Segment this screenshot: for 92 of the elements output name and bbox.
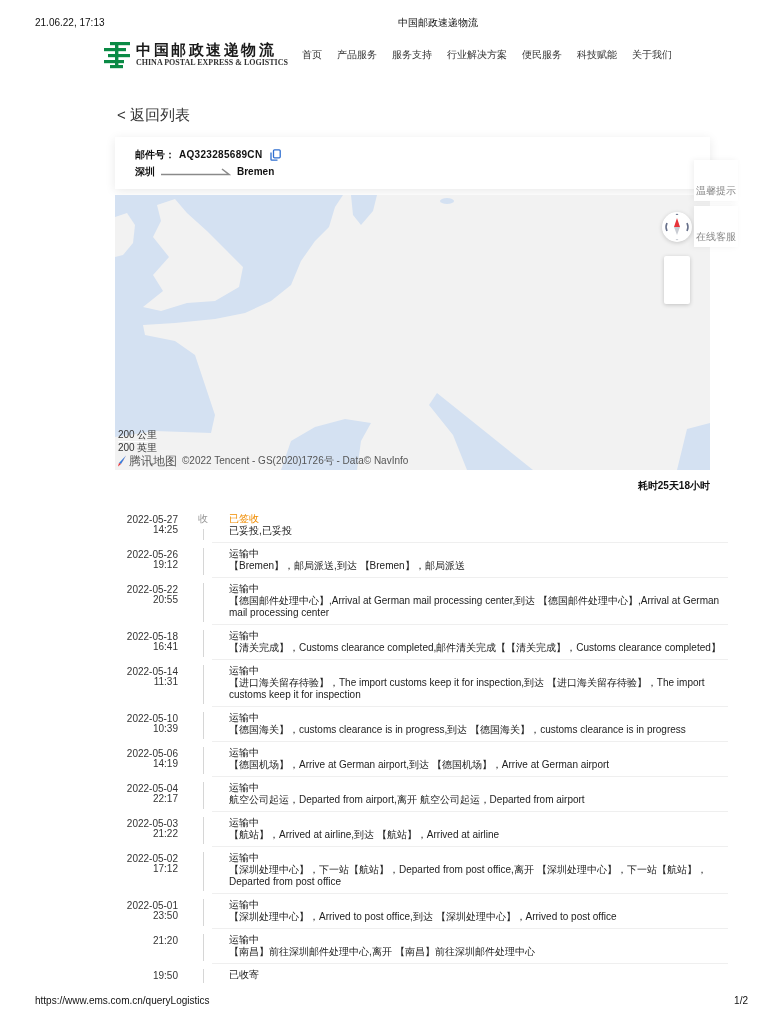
- event-date: 2022-05-26: [126, 550, 178, 560]
- timeline-line: [202, 630, 204, 657]
- nav-link[interactable]: 便民服务: [521, 49, 562, 61]
- timeline-line: [202, 583, 204, 622]
- event-detail: 【进口海关留存待验】，The import customs keep it for inspection,到达 【进口海关留存待验】，The import customs keep it for inspection: [229, 677, 706, 701]
- event-detail: 航空公司起运，Departed from airport,离开 航空公司起运，Departed from airport: [229, 794, 586, 806]
- event-time: 11:31: [153, 677, 178, 687]
- event-status: 运输中: [229, 583, 259, 594]
- map-brand: 腾讯地图: [129, 454, 177, 468]
- event-date: 2022-05-06: [126, 749, 178, 759]
- event-status: 运输中: [229, 630, 259, 641]
- side-tab[interactable]: 在线客服: [694, 206, 738, 247]
- event-detail: 【清关完成】，Customs clearance completed,邮件清关完成【【清关完成】，Customs clearance completed】: [229, 642, 722, 654]
- nav-link[interactable]: 产品服务: [336, 49, 377, 61]
- nav-link[interactable]: 服务支持: [391, 49, 432, 61]
- event-detail: 【深圳处理中心】，Arrived to post office,到达 【深圳处理中心】，Arrived to post office: [229, 911, 618, 923]
- event-date: 2022-05-10: [126, 714, 178, 724]
- page-number: 1/2: [734, 995, 748, 1007]
- logo-tagline: CHINA POSTAL EXPRESS & LOGISTICS: [136, 58, 288, 68]
- event-status: 运输中: [229, 852, 259, 863]
- event-status: 运输中: [229, 548, 259, 559]
- event-date: 2022-05-18: [126, 632, 178, 642]
- scale-label: 200 公里: [118, 430, 158, 440]
- event-status: 运输中: [229, 665, 259, 676]
- event-date: 2022-05-02: [126, 854, 178, 864]
- event-date: 2022-05-14: [126, 667, 178, 677]
- print-date: 21.06.22, 17:13: [35, 17, 105, 29]
- event-status: 已签收: [229, 513, 259, 524]
- timeline-line: [202, 782, 204, 809]
- tracking-label: 邮件号：: [135, 148, 175, 162]
- side-tab[interactable]: 温馨提示: [694, 160, 738, 201]
- event-time: 16:41: [152, 642, 178, 652]
- timeline-line: [202, 969, 204, 983]
- event-status: 运输中: [229, 817, 259, 828]
- scale-label: 200 英里: [118, 443, 158, 453]
- event-detail: 【德国邮件处理中心】,Arrival at German mail processing center,到达 【德国邮件处理中心】,Arrival at German mail processing center: [229, 595, 721, 619]
- event-time: 23:50: [152, 911, 178, 921]
- nav-link[interactable]: 科技赋能: [576, 49, 617, 61]
- event-status: 运输中: [229, 899, 259, 910]
- event-date: 2022-05-01: [126, 901, 178, 911]
- nav-link[interactable]: 关于我们: [631, 49, 672, 61]
- event-detail: 已妥投,已妥投: [229, 525, 293, 537]
- map-attribution: ©2022 Tencent - GS(2020)1726号 - Data© NavInfo: [182, 455, 409, 467]
- nav-link[interactable]: 首页: [301, 49, 322, 61]
- event-time: 21:20: [152, 936, 178, 946]
- timeline-line: [202, 548, 204, 575]
- event-status: 运输中: [229, 747, 259, 758]
- timeline-marker: 收: [198, 513, 208, 525]
- event-date: 2022-05-27: [126, 515, 178, 525]
- copy-icon[interactable]: [270, 149, 282, 161]
- timeline-line: [202, 852, 204, 891]
- logo-icon: [103, 40, 131, 70]
- timeline-line: [202, 934, 204, 961]
- event-date: 2022-05-22: [126, 585, 178, 595]
- event-status: 已收寄: [229, 969, 259, 980]
- event-detail: 【德国海关】，customs clearance is in progress,到达 【德国海关】，customs clearance is in progress: [229, 724, 687, 736]
- timeline-line: [202, 665, 204, 704]
- event-time: 21:22: [152, 829, 178, 839]
- event-time: 17:12: [152, 864, 178, 874]
- origin-city: 深圳: [135, 165, 155, 179]
- nav-link[interactable]: 行业解决方案: [446, 49, 507, 61]
- event-time: 19:12: [152, 560, 178, 570]
- event-detail: 【德国机场】，Arrive at German airport,到达 【德国机场】，Arrive at German airport: [229, 759, 611, 771]
- logo-wordmark: 中国邮政速递物流: [136, 42, 276, 58]
- event-time: 10:39: [152, 724, 178, 734]
- event-time: 20:55: [152, 595, 178, 605]
- compass-icon[interactable]: [662, 212, 692, 242]
- event-detail: 【航站】，Arrived at airline,到达 【航站】，Arrived at airline: [229, 829, 501, 841]
- event-date: 2022-05-03: [126, 819, 178, 829]
- feather-logo-icon: [117, 455, 127, 467]
- timeline-line: [202, 899, 204, 926]
- transit-duration: 耗时25天18小时: [637, 480, 710, 492]
- event-time: 22:17: [152, 794, 178, 804]
- page-url: https://www.ems.com.cn/queryLogistics: [35, 995, 210, 1007]
- event-detail: 【Bremen】，邮局派送,到达 【Bremen】，邮局派送: [229, 560, 466, 572]
- event-time: 14:25: [152, 525, 178, 535]
- event-time: 19:50: [152, 971, 178, 981]
- event-status: 运输中: [229, 934, 259, 945]
- event-date: 2022-05-04: [126, 784, 178, 794]
- event-status: 运输中: [229, 782, 259, 793]
- event-status: 运输中: [229, 712, 259, 723]
- timeline-line: [202, 817, 204, 844]
- event-detail: 【深圳处理中心】，下一站【航站】，Departed from post office,离开 【深圳处理中心】，下一站【航站】，Departed from post office: [229, 864, 708, 888]
- timeline-line: [202, 747, 204, 774]
- timeline-line: [202, 712, 204, 739]
- page-title: 中国邮政速递物流: [397, 17, 478, 28]
- event-time: 14:19: [152, 759, 178, 769]
- tracking-number: AQ323285689CN: [179, 148, 263, 162]
- event-detail: 【南昌】前往深圳邮件处理中心,离开 【南昌】前往深圳邮件处理中心: [229, 946, 536, 958]
- timeline-line: [202, 529, 204, 540]
- destination-city: Bremen: [237, 165, 275, 179]
- back-link[interactable]: < 返回列表: [117, 106, 190, 124]
